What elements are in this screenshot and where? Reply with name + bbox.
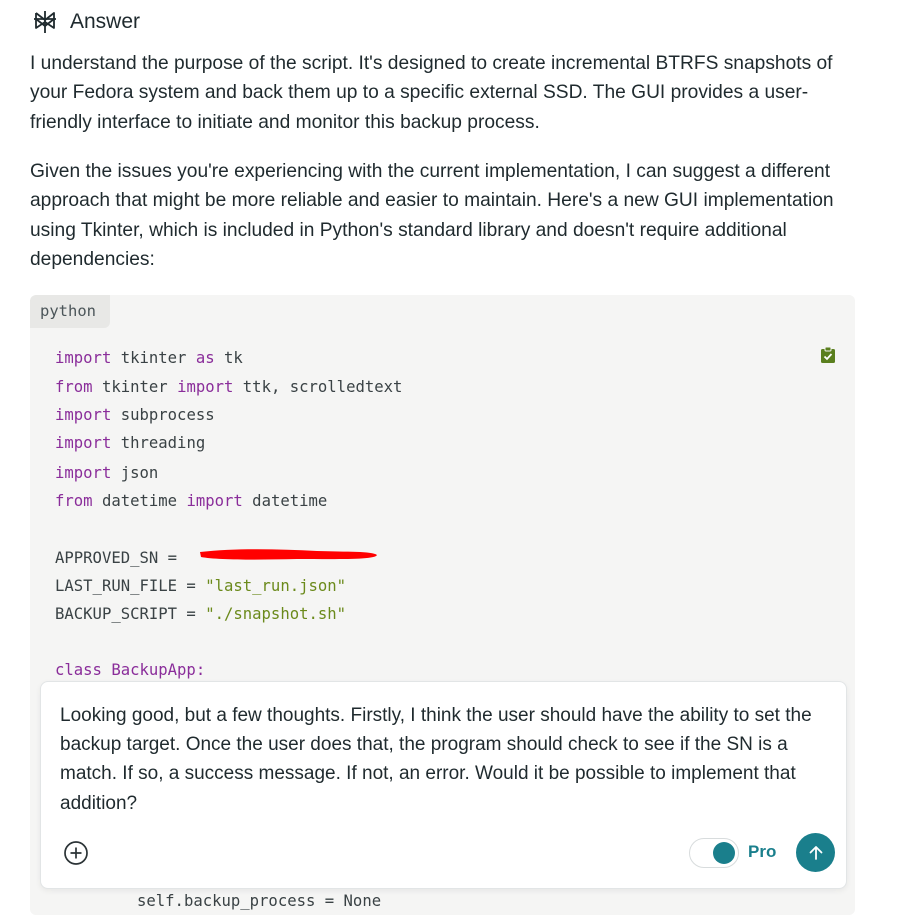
follow-up-input[interactable]: Looking good, but a few thoughts. Firstl… xyxy=(60,701,830,818)
answer-paragraph: Given the issues you're experiencing wit… xyxy=(30,161,834,270)
code-line: LAST_RUN_FILE = "last_run.json" xyxy=(55,577,347,595)
code-line: import threading xyxy=(55,434,206,452)
send-button[interactable] xyxy=(796,833,835,872)
code-line: from datetime import datetime xyxy=(55,492,328,510)
code-line: self.backup_process = None xyxy=(137,892,382,910)
code-line: APPROVED_SN = xyxy=(55,549,187,567)
perplexity-logo-icon xyxy=(34,11,56,33)
redaction-mark xyxy=(200,549,377,560)
code-line: from tkinter import ttk, scrolledtext xyxy=(55,378,403,396)
arrow-up-icon xyxy=(809,845,822,860)
code-line: import subprocess xyxy=(55,406,215,424)
code-language-label: python xyxy=(30,295,110,328)
code-line: import tkinter as tk xyxy=(55,349,243,367)
code-line: import json xyxy=(55,464,159,482)
clipboard-check-icon[interactable] xyxy=(820,346,836,364)
toggle-knob xyxy=(713,842,735,864)
answer-paragraph: I understand the purpose of the script. … xyxy=(30,53,833,133)
answer-title: Answer xyxy=(70,10,141,33)
code-line: BACKUP_SCRIPT = "./snapshot.sh" xyxy=(55,605,347,623)
pro-label: Pro xyxy=(748,842,777,861)
plus-circle-icon[interactable] xyxy=(63,840,89,866)
answer-header: Answer xyxy=(32,8,140,36)
code-line: class BackupApp: xyxy=(55,661,206,679)
pro-toggle[interactable] xyxy=(689,838,739,868)
follow-up-composer[interactable]: Looking good, but a few thoughts. Firstl… xyxy=(40,681,847,889)
